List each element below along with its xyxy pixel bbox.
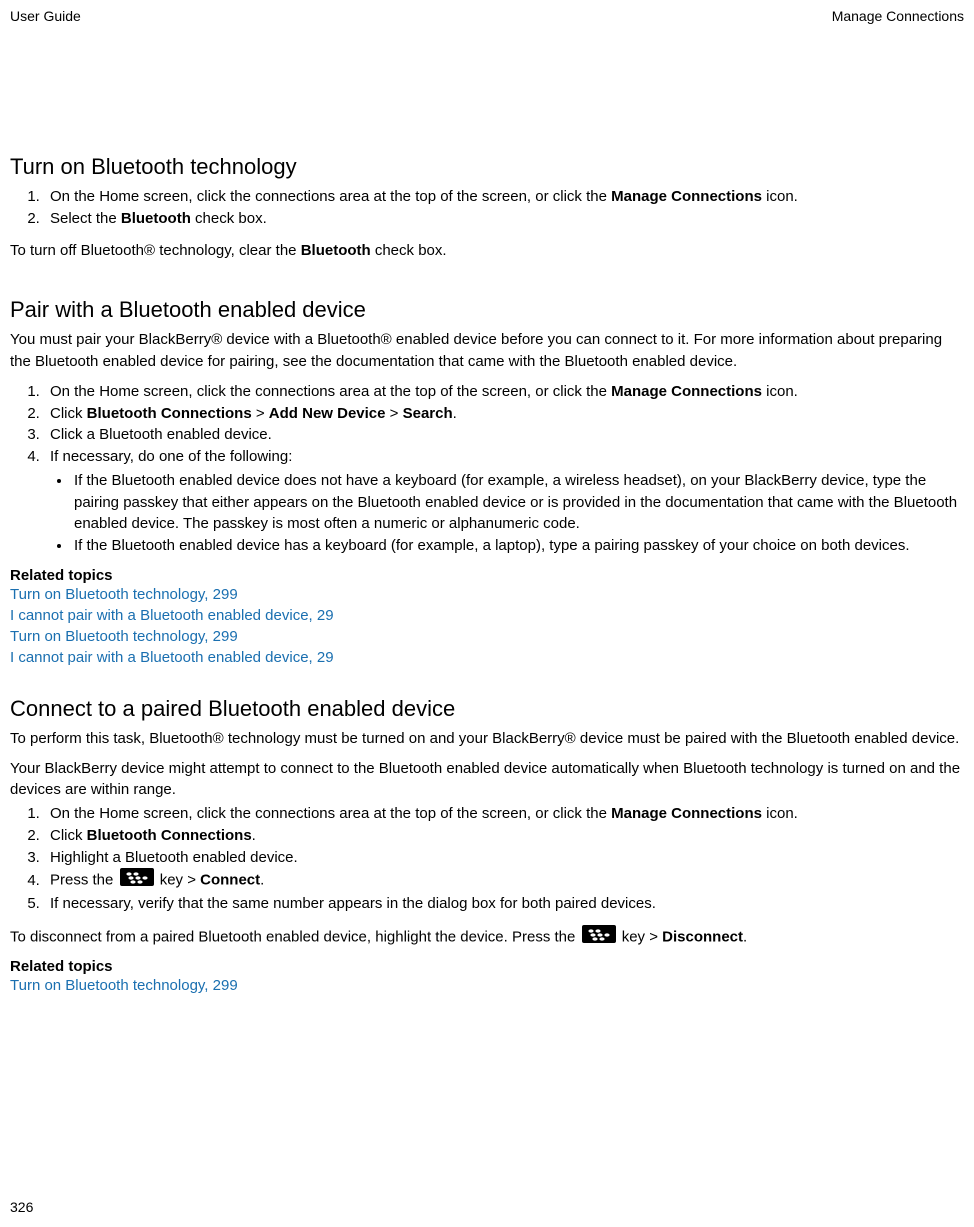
step-text: If necessary, do one of the following:	[50, 448, 292, 465]
step-text: Click	[50, 405, 87, 422]
step-text: Click	[50, 827, 87, 844]
related-link[interactable]: I cannot pair with a Bluetooth enabled d…	[10, 647, 964, 668]
bold-text: Connect	[200, 872, 260, 889]
step-text: key >	[160, 872, 200, 889]
bullet-text: If the Bluetooth enabled device does not…	[74, 472, 957, 533]
step-text: On the Home screen, click the connection…	[50, 188, 611, 205]
step-item: If necessary, verify that the same numbe…	[44, 893, 964, 915]
steps-turn-on-bluetooth: On the Home screen, click the connection…	[10, 186, 964, 230]
related-topics-heading: Related topics	[10, 958, 964, 975]
related-link[interactable]: Turn on Bluetooth technology, 299	[10, 975, 964, 996]
document-page: User Guide Manage Connections Turn on Bl…	[0, 0, 974, 1227]
bold-text: Manage Connections	[611, 805, 762, 822]
step-item: On the Home screen, click the connection…	[44, 186, 964, 208]
page-number: 326	[10, 1199, 33, 1215]
step-item: On the Home screen, click the connection…	[44, 381, 964, 403]
text: To disconnect from a paired Bluetooth en…	[10, 928, 580, 945]
text: key >	[622, 928, 662, 945]
step-text: Highlight a Bluetooth enabled device.	[50, 849, 298, 866]
step-text: If necessary, verify that the same numbe…	[50, 895, 656, 912]
step-text: icon.	[762, 188, 798, 205]
step-item: On the Home screen, click the connection…	[44, 803, 964, 825]
step-text: .	[453, 405, 457, 422]
intro-paragraph: You must pair your BlackBerry® device wi…	[10, 329, 964, 373]
bold-text: Bluetooth	[121, 210, 191, 227]
step-item: Click Bluetooth Connections > Add New De…	[44, 403, 964, 425]
header-left: User Guide	[10, 8, 81, 24]
note-text: To turn off Bluetooth® technology, clear…	[10, 242, 301, 259]
intro-paragraph: Your BlackBerry device might attempt to …	[10, 758, 964, 802]
text: .	[743, 928, 747, 945]
note-paragraph: To turn off Bluetooth® technology, clear…	[10, 240, 964, 262]
step-item: If necessary, do one of the following: I…	[44, 446, 964, 557]
sub-bullets: If the Bluetooth enabled device does not…	[50, 470, 964, 557]
blackberry-key-icon	[120, 868, 154, 893]
bold-text: Manage Connections	[611, 383, 762, 400]
step-text: Select the	[50, 210, 121, 227]
note-text: check box.	[371, 242, 447, 259]
header-right: Manage Connections	[832, 8, 964, 24]
bullet-item: If the Bluetooth enabled device has a ke…	[72, 535, 964, 557]
step-item: Highlight a Bluetooth enabled device.	[44, 847, 964, 869]
disconnect-paragraph: To disconnect from a paired Bluetooth en…	[10, 925, 964, 950]
related-topics-heading: Related topics	[10, 567, 964, 584]
section-title-connect-bluetooth: Connect to a paired Bluetooth enabled de…	[10, 696, 964, 722]
bold-text: Disconnect	[662, 928, 743, 945]
step-text: .	[252, 827, 256, 844]
bold-text: Bluetooth Connections	[87, 827, 252, 844]
step-text: Click a Bluetooth enabled device.	[50, 426, 272, 443]
page-header: User Guide Manage Connections	[10, 8, 964, 24]
bold-text: Add New Device	[269, 405, 386, 422]
steps-connect-bluetooth: On the Home screen, click the connection…	[10, 803, 964, 915]
bullet-text: If the Bluetooth enabled device has a ke…	[74, 537, 910, 554]
related-link[interactable]: Turn on Bluetooth technology, 299	[10, 626, 964, 647]
bold-text: Bluetooth	[301, 242, 371, 259]
step-text: >	[252, 405, 269, 422]
related-link[interactable]: I cannot pair with a Bluetooth enabled d…	[10, 605, 964, 626]
bold-text: Search	[403, 405, 453, 422]
step-text: >	[386, 405, 403, 422]
bold-text: Manage Connections	[611, 188, 762, 205]
step-text: On the Home screen, click the connection…	[50, 805, 611, 822]
steps-pair-bluetooth: On the Home screen, click the connection…	[10, 381, 964, 557]
related-link[interactable]: Turn on Bluetooth technology, 299	[10, 584, 964, 605]
step-item: Click a Bluetooth enabled device.	[44, 424, 964, 446]
step-text: .	[260, 872, 264, 889]
bullet-item: If the Bluetooth enabled device does not…	[72, 470, 964, 535]
step-item: Press the key > Connect.	[44, 868, 964, 893]
step-item: Select the Bluetooth check box.	[44, 208, 964, 230]
step-text: On the Home screen, click the connection…	[50, 383, 611, 400]
bold-text: Bluetooth Connections	[87, 405, 252, 422]
step-text: icon.	[762, 383, 798, 400]
step-text: check box.	[191, 210, 267, 227]
blackberry-key-icon	[582, 925, 616, 950]
step-item: Click Bluetooth Connections.	[44, 825, 964, 847]
section-title-pair-bluetooth: Pair with a Bluetooth enabled device	[10, 297, 964, 323]
intro-paragraph: To perform this task, Bluetooth® technol…	[10, 728, 964, 750]
section-title-turn-on-bluetooth: Turn on Bluetooth technology	[10, 154, 964, 180]
step-text: icon.	[762, 805, 798, 822]
step-text: Press the	[50, 872, 118, 889]
